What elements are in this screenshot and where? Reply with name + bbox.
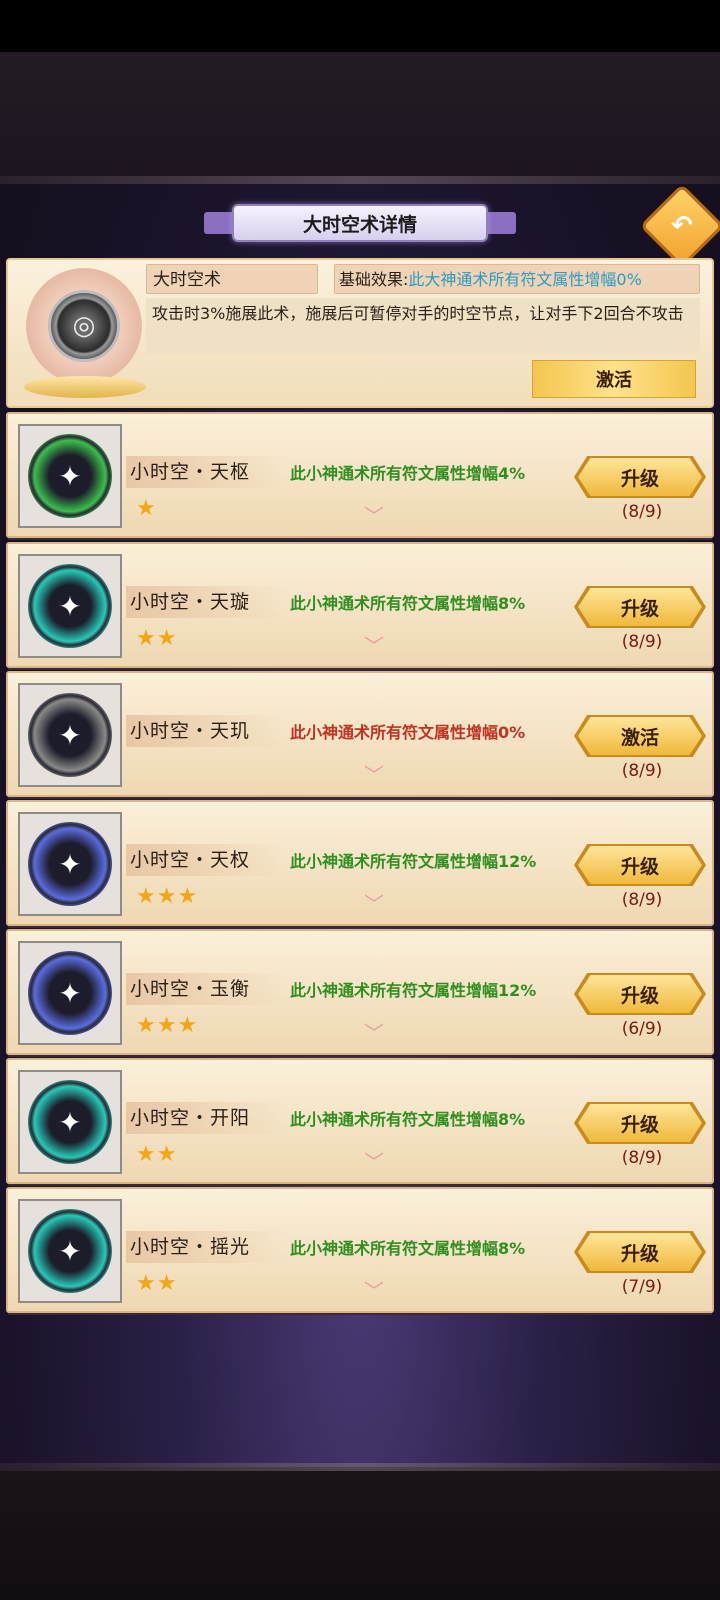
rune-effect: 此小神通术所有符文属性增幅0% — [290, 723, 526, 742]
constellation-rune-icon: ✦ — [28, 822, 112, 906]
rune-row: ✦ 小时空・玉衡 ★★★ 此小神通术所有符文属性增幅12% ﹀ 升级 (6/9) — [6, 929, 714, 1057]
page-title: 大时空术详情 — [232, 204, 488, 242]
rune-icon-frame[interactable]: ✦ — [18, 554, 122, 658]
rune-name: 小时空・玉衡 — [126, 973, 286, 1005]
back-arrow-icon: ↶ — [671, 210, 693, 241]
constellation-rune-icon: ✦ — [28, 1080, 112, 1164]
rune-row: ✦ 小时空・天权 ★★★ 此小神通术所有符文属性增幅12% ﹀ 升级 (8/9) — [6, 800, 714, 928]
rune-row: ✦ 小时空・天璇 ★★ 此小神通术所有符文属性增幅8% ﹀ 升级 (8/9) — [6, 542, 714, 670]
rune-action-button[interactable]: 升级 — [578, 588, 702, 626]
constellation-rune-icon: ✦ — [28, 951, 112, 1035]
rune-name: 小时空・摇光 — [126, 1231, 286, 1263]
rune-effect: 此小神通术所有符文属性增幅12% — [290, 981, 537, 1000]
rune-row: ✦ 小时空・天玑 此小神通术所有符文属性增幅0% ﹀ 激活 (8/9) — [6, 671, 714, 799]
effect-value: 此大神通术所有符文属性增幅0% — [408, 270, 642, 289]
constellation-rune-icon: ✦ — [28, 564, 112, 648]
rune-stars: ★★ — [136, 626, 178, 651]
rune-action-button[interactable]: 升级 — [578, 1104, 702, 1142]
bottom-ornament — [0, 1463, 720, 1471]
expand-chevron-icon[interactable]: ﹀ — [364, 630, 384, 659]
top-ornament — [0, 176, 720, 184]
bottom-frame — [0, 1467, 720, 1600]
rune-progress: (8/9) — [621, 890, 663, 910]
rune-name: 小时空・天枢 — [126, 456, 286, 488]
rune-progress: (7/9) — [621, 1277, 663, 1297]
rune-progress: (8/9) — [621, 632, 663, 652]
rune-stars: ★★ — [136, 1142, 178, 1167]
rune-stars: ★★★ — [136, 1013, 199, 1038]
expand-chevron-icon[interactable]: ﹀ — [364, 888, 384, 917]
rune-icon-frame[interactable]: ✦ — [18, 683, 122, 787]
rune-stars: ★★★ — [136, 884, 199, 909]
rune-progress: (8/9) — [621, 1148, 663, 1168]
rune-icon-frame[interactable]: ✦ — [18, 424, 122, 528]
effect-label: 基础效果: — [339, 270, 409, 289]
rune-progress: (8/9) — [621, 761, 663, 781]
rune-stars: ★★ — [136, 1271, 178, 1296]
expand-chevron-icon[interactable]: ﹀ — [364, 759, 384, 788]
detail-effect: 基础效果:此大神通术所有符文属性增幅0% — [334, 264, 700, 294]
rune-name: 小时空・天璇 — [126, 586, 286, 618]
rune-action-button[interactable]: 升级 — [578, 975, 702, 1013]
rune-progress: (6/9) — [621, 1019, 663, 1039]
expand-chevron-icon[interactable]: ﹀ — [364, 1146, 384, 1175]
expand-chevron-icon[interactable]: ﹀ — [364, 500, 384, 529]
rune-action-button[interactable]: 升级 — [578, 846, 702, 884]
detail-description: 攻击时3%施展此术，施展后可暂停对手的时空节点，让对手下2回合不攻击 — [146, 298, 700, 354]
expand-chevron-icon[interactable]: ﹀ — [364, 1275, 384, 1304]
rune-name: 小时空・天玑 — [126, 715, 286, 747]
expand-chevron-icon[interactable]: ﹀ — [364, 1017, 384, 1046]
activate-button[interactable]: 激活 — [532, 360, 696, 398]
rune-icon-frame[interactable]: ✦ — [18, 1070, 122, 1174]
rune-action-button[interactable]: 升级 — [578, 458, 702, 496]
constellation-rune-icon: ✦ — [28, 1209, 112, 1293]
rune-icon-frame[interactable]: ✦ — [18, 1199, 122, 1303]
rune-progress: (8/9) — [621, 502, 663, 522]
constellation-rune-icon: ✦ — [28, 693, 112, 777]
rune-icon-frame[interactable]: ✦ — [18, 812, 122, 916]
rune-effect: 此小神通术所有符文属性增幅4% — [290, 464, 526, 483]
rune-name: 小时空・开阳 — [126, 1102, 286, 1134]
top-frame — [0, 52, 720, 184]
detail-name: 大时空术 — [146, 264, 318, 294]
rune-name: 小时空・天权 — [126, 844, 286, 876]
rune-row: ✦ 小时空・开阳 ★★ 此小神通术所有符文属性增幅8% ﹀ 升级 (8/9) — [6, 1058, 714, 1186]
constellation-rune-icon: ✦ — [28, 434, 112, 518]
pedestal-decoration — [24, 376, 146, 398]
rune-row: ✦ 小时空・天枢 ★ 此小神通术所有符文属性增幅4% ﹀ 升级 (8/9) — [6, 412, 714, 540]
spacetime-rune-icon: ◎ — [48, 290, 120, 362]
rune-effect: 此小神通术所有符文属性增幅8% — [290, 594, 526, 613]
rune-effect: 此小神通术所有符文属性增幅8% — [290, 1239, 526, 1258]
rune-row: ✦ 小时空・摇光 ★★ 此小神通术所有符文属性增幅8% ﹀ 升级 (7/9) — [6, 1187, 714, 1315]
rune-stars: ★ — [136, 496, 157, 521]
detail-icon: ◎ — [18, 268, 148, 400]
rune-icon-frame[interactable]: ✦ — [18, 941, 122, 1045]
rune-action-button[interactable]: 激活 — [578, 717, 702, 755]
system-status-bar — [0, 0, 720, 52]
rune-effect: 此小神通术所有符文属性增幅8% — [290, 1110, 526, 1129]
rune-action-button[interactable]: 升级 — [578, 1233, 702, 1271]
rune-effect: 此小神通术所有符文属性增幅12% — [290, 852, 537, 871]
